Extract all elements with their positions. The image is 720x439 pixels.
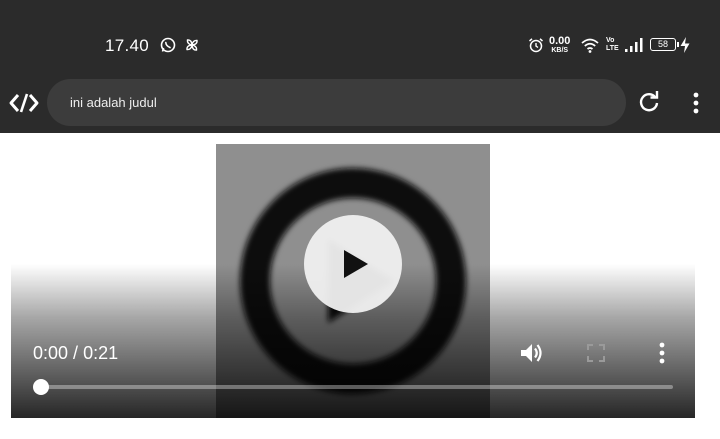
volte-top: Vo xyxy=(606,37,615,44)
play-button[interactable] xyxy=(304,215,402,313)
video-more-vert-icon[interactable] xyxy=(654,340,670,366)
url-bar[interactable]: ini adalah judul xyxy=(47,79,626,126)
alarm-icon xyxy=(529,38,543,53)
volte-bottom: LTE xyxy=(606,45,619,52)
url-bar-text[interactable]: ini adalah judul xyxy=(70,95,157,110)
volte-indicator: Vo LTE xyxy=(606,37,619,53)
network-speed: 0.00 KB/S xyxy=(549,36,570,55)
signal-icon xyxy=(625,38,643,52)
page-content: 0:00 / 0:21 xyxy=(0,133,720,439)
battery-level: 58 xyxy=(657,39,668,49)
time-display: 0:00 / 0:21 xyxy=(33,343,118,364)
code-logo-icon[interactable] xyxy=(9,92,39,114)
status-bar: 17.40 0.00 KB/S Vo LTE 58 xyxy=(0,28,720,62)
video-player[interactable]: 0:00 / 0:21 xyxy=(11,144,695,418)
duration: 0:21 xyxy=(83,343,119,363)
battery-icon: 58 xyxy=(650,38,679,51)
more-vert-icon[interactable] xyxy=(688,91,704,115)
status-time: 17.40 xyxy=(105,36,150,55)
time-separator: / xyxy=(68,343,84,363)
fullscreen-icon[interactable] xyxy=(585,342,607,364)
volume-icon[interactable] xyxy=(518,340,544,366)
pinwheel-icon xyxy=(186,39,198,51)
wifi-icon xyxy=(581,38,599,53)
seek-handle[interactable] xyxy=(33,379,49,395)
network-speed-value: 0.00 xyxy=(549,35,571,47)
charging-icon xyxy=(680,37,690,53)
seek-bar[interactable] xyxy=(41,385,673,389)
current-time: 0:00 xyxy=(33,343,69,363)
network-speed-unit: KB/S xyxy=(551,47,569,54)
play-icon xyxy=(344,250,368,278)
whatsapp-icon xyxy=(160,37,176,53)
browser-toolbar: ini adalah judul xyxy=(0,78,720,128)
browser-chrome: 17.40 0.00 KB/S Vo LTE 58 ini adalah jud… xyxy=(0,0,720,133)
reload-icon[interactable] xyxy=(637,91,661,115)
